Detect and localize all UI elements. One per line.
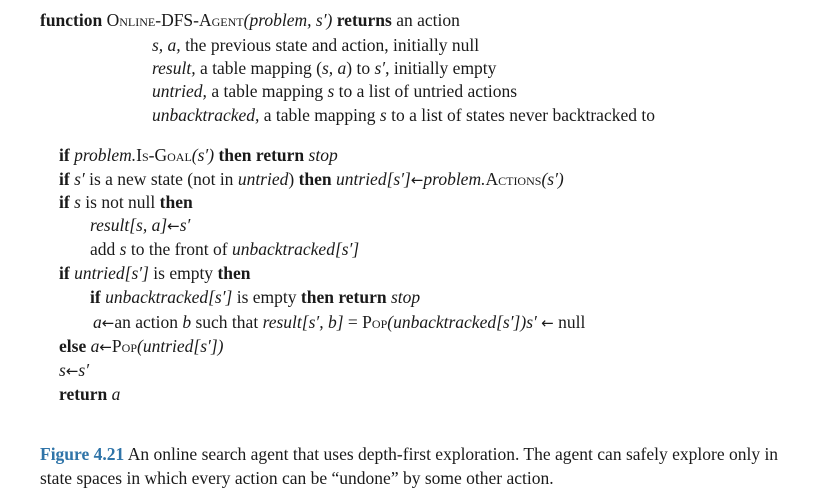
line-choose-action: a←an action b such that result[s′, b] = … (93, 311, 585, 334)
keyword-else: else (59, 336, 87, 356)
var: s′ (526, 312, 537, 332)
line-return: return a (59, 383, 120, 405)
expr: unbacktracked[s′] (231, 239, 360, 259)
var: s′ (78, 360, 90, 380)
assign-arrow: ← (99, 338, 112, 356)
var: s′ (74, 169, 85, 189)
decl-name: unbacktracked, (152, 105, 260, 125)
decl-text: to a list of states never backtracked to (386, 105, 655, 125)
text: is empty (153, 263, 214, 283)
assign-arrow: ← (410, 171, 424, 189)
fn-name: Pop (362, 312, 388, 332)
keyword-then-return: then return (218, 145, 305, 165)
decl-unbacktracked: unbacktracked, a table mapping s to a li… (152, 104, 655, 126)
expr: unbacktracked[s′] (105, 287, 233, 307)
keyword-if: if (59, 169, 70, 189)
expr: result[s, a] (90, 215, 168, 235)
line-not-null: if s is not null then (59, 191, 193, 213)
var: a (111, 384, 121, 404)
line-unbacktracked-empty: if unbacktracked[s′] is empty then retur… (90, 286, 420, 308)
line-untried-empty: if untried[s′] is empty then (59, 262, 251, 284)
fn-name: Is-Goal (136, 145, 192, 165)
decl-name: s, a, (152, 35, 181, 55)
return-value: stop (391, 287, 421, 307)
text: to the front of (130, 239, 228, 259)
fn-arg: (untried[s′]) (137, 336, 224, 356)
decl-name: untried, (152, 81, 207, 101)
decl-s-a: s, a, the previous state and action, ini… (152, 34, 479, 56)
decl-text: to a list of untried actions (334, 81, 518, 101)
decl-text: a table mapping (263, 105, 380, 125)
keyword-then-return: then return (300, 287, 387, 307)
algorithm-figure: function Online-DFS-Agent(problem, s′) r… (0, 0, 835, 492)
function-name: Online-DFS-Agent (106, 10, 244, 30)
line-goal-test: if problem.Is-Goal(s′) then return stop (59, 144, 338, 166)
var: b (182, 312, 192, 332)
decl-text: a table mapping ( (199, 58, 322, 78)
decl-untried: untried, a table mapping s to a list of … (152, 80, 517, 102)
decl-result: result, a table mapping (s, a) to s′, in… (152, 57, 496, 79)
decl-name: result, (152, 58, 196, 78)
line-result-assign: result[s, a]←s′ (90, 214, 190, 237)
expr: untried[s′] (336, 169, 411, 189)
return-value: stop (308, 145, 338, 165)
decl-var: s, a (321, 58, 347, 78)
expr: s′ (179, 215, 191, 235)
fn-name: Pop (111, 336, 137, 356)
caption-text: An online search agent that uses depth-f… (40, 444, 779, 488)
var: a (93, 312, 102, 332)
fn-name: Actions (485, 169, 542, 189)
var: s (59, 360, 66, 380)
var: untried (237, 169, 289, 189)
text: ) (288, 169, 295, 189)
line-new-state: if s′ is a new state (not in untried) th… (59, 168, 564, 191)
assign-arrow: ← (541, 314, 554, 332)
expr: untried[s′] (74, 263, 149, 283)
keyword-then: then (298, 169, 332, 189)
keyword-then: then (217, 263, 251, 283)
line-add-front: add s to the front of unbacktracked[s′] (90, 238, 359, 260)
keyword-function: function (40, 10, 103, 30)
line-else-pop: else a←Pop(untried[s′]) (59, 335, 223, 358)
decl-description: the previous state and action, initially… (185, 35, 480, 55)
expr: problem. (423, 169, 486, 189)
figure-label: Figure 4.21 (40, 444, 125, 464)
text: is a new state (not in (89, 169, 234, 189)
text: an action (114, 312, 178, 332)
figure-caption: Figure 4.21 An online search agent that … (40, 442, 800, 490)
assign-arrow: ← (167, 217, 180, 235)
equals-sign: = (347, 312, 358, 332)
fn-arg: (s′) (541, 169, 564, 189)
keyword-if: if (59, 145, 70, 165)
text: such that (195, 312, 259, 332)
return-description: an action (396, 10, 460, 30)
text: is empty (236, 287, 297, 307)
keyword-if: if (59, 263, 70, 283)
text: null (558, 312, 586, 332)
var: s (119, 239, 127, 259)
keyword-return: return (59, 384, 108, 404)
line-state-assign: s←s′ (59, 359, 89, 382)
decl-text: , initially empty (385, 58, 497, 78)
function-header: function Online-DFS-Agent(problem, s′) r… (40, 9, 460, 31)
decl-var: s′ (374, 58, 386, 78)
var: s (74, 192, 81, 212)
decl-text: ) to (346, 58, 375, 78)
keyword-if: if (90, 287, 101, 307)
expr: result[s′, b] (262, 312, 344, 332)
text: is not null (85, 192, 156, 212)
expr: problem. (74, 145, 137, 165)
keyword-if: if (59, 192, 70, 212)
assign-arrow: ← (65, 362, 79, 380)
text: add (90, 239, 116, 259)
assign-arrow: ← (101, 314, 115, 332)
keyword-then: then (159, 192, 193, 212)
decl-var: s (379, 105, 387, 125)
fn-arg: (unbacktracked[s′]) (387, 312, 527, 332)
decl-text: a table mapping (211, 81, 328, 101)
fn-arg: (s′) (191, 145, 215, 165)
keyword-returns: returns (336, 10, 392, 30)
function-params: (problem, s′) (243, 10, 333, 30)
